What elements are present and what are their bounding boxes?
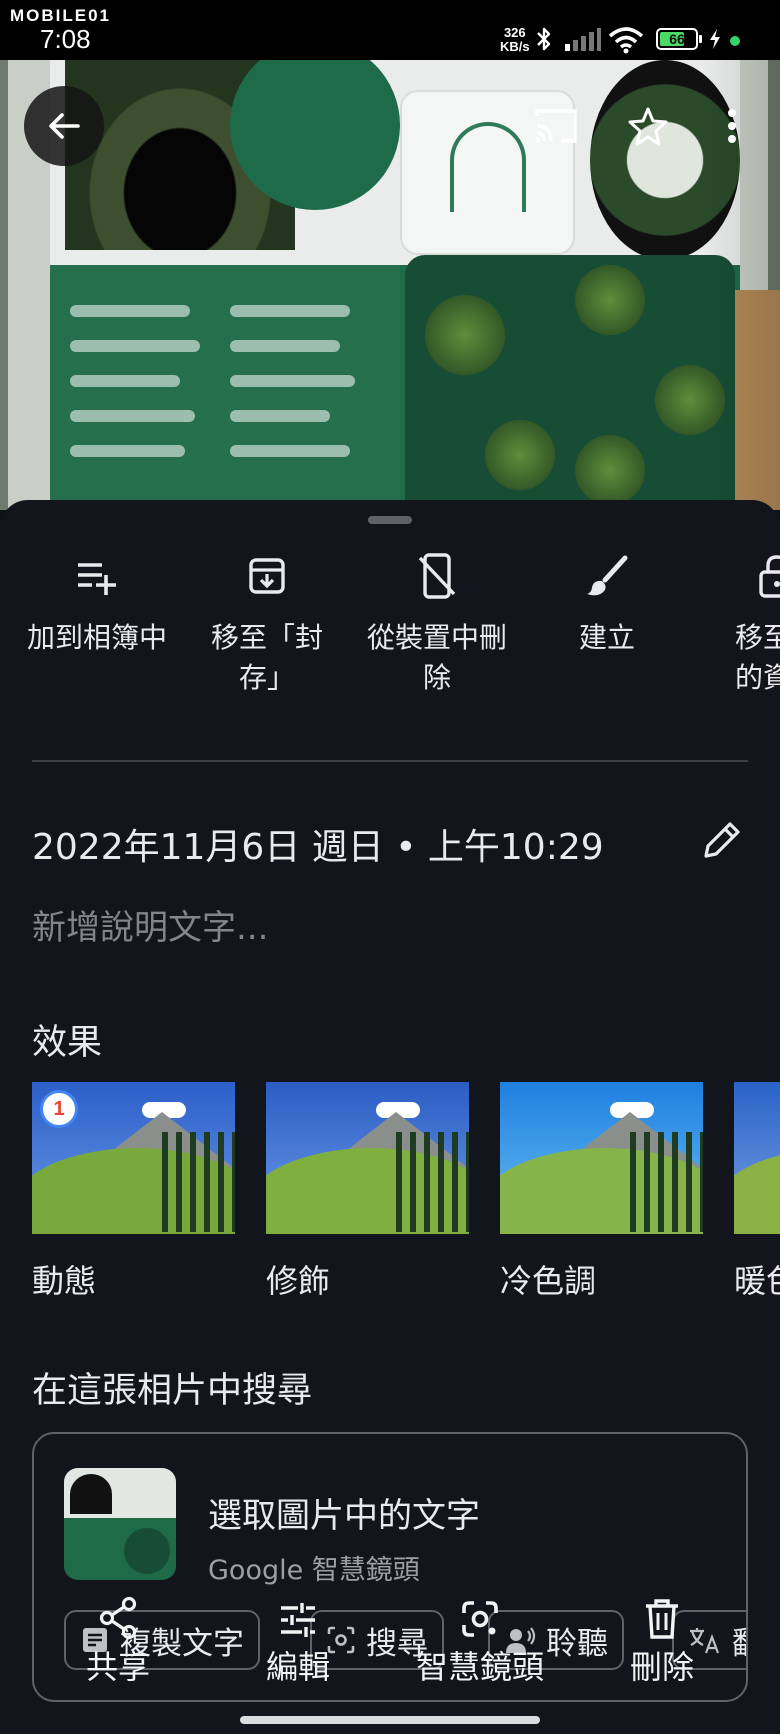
archive-button[interactable]: 移至「封 存」 (182, 540, 352, 698)
more-vertical-icon (728, 109, 736, 143)
create-label: 建立 (578, 621, 635, 654)
edit-tune-icon (281, 1603, 315, 1637)
effect-thumbnail (500, 1082, 703, 1234)
google-lens-icon (462, 1601, 498, 1637)
share-icon (99, 1596, 137, 1640)
mobile-off-icon (418, 553, 456, 599)
photo-details-sheet: 加到相簿中 移至「封 存」 從裝置中刪 除 建立 移至 的資 2022年11月6… (0, 500, 780, 1734)
search-in-photo-title: 在這張相片中搜尋 (32, 1371, 313, 1411)
network-speed-unit: KB/s (500, 39, 530, 54)
create-button[interactable]: 建立 (522, 540, 692, 658)
charging-icon (710, 29, 720, 49)
bluetooth-icon (537, 27, 551, 51)
add-to-album-button[interactable]: 加到相簿中 (12, 540, 182, 658)
arrow-back-icon (49, 113, 80, 139)
delete-label: 刪除 (629, 1648, 694, 1686)
add-to-album-label: 加到相簿中 (26, 621, 167, 654)
cast-button[interactable] (526, 96, 586, 156)
move-to-locked-folder-label: 移至已 的資料 (734, 621, 780, 694)
star-outline-icon (628, 107, 668, 146)
effect-thumbnail (266, 1082, 469, 1234)
action-row: 加到相簿中 移至「封 存」 從裝置中刪 除 建立 移至 的資 (0, 540, 780, 710)
edit-label: 編輯 (265, 1648, 330, 1686)
lock-icon (759, 555, 780, 598)
effect-label: 暖色 (734, 1262, 780, 1300)
lens-card-subtitle: Google 智慧鏡頭 (208, 1555, 420, 1586)
effects-title: 效果 (32, 1023, 103, 1063)
pencil-icon (704, 822, 740, 858)
network-speed: 326 KB/s (500, 26, 530, 54)
cast-icon (535, 109, 577, 143)
effect-thumbnail: 1 (32, 1082, 235, 1234)
status-time: 7:08 (40, 24, 91, 54)
effect-label: 動態 (32, 1262, 97, 1300)
effect-warm-tone[interactable]: 暖色 (734, 1082, 780, 1302)
archive-icon (249, 558, 285, 594)
watermark-brand: MOBILE01 (10, 6, 112, 25)
back-button[interactable] (24, 86, 104, 166)
effect-motion[interactable]: 1 動態 (32, 1082, 235, 1302)
share-button[interactable]: 共享 (38, 1590, 198, 1688)
delete-from-device-button[interactable]: 從裝置中刪 除 (352, 540, 522, 698)
gesture-navigation-bar[interactable] (240, 1716, 540, 1724)
archive-label: 移至「封 存」 (210, 621, 323, 694)
bottom-action-bar: 共享 編輯 智慧鏡頭 刪除 (0, 1590, 780, 1700)
edit-button[interactable]: 編輯 (218, 1590, 378, 1688)
photo-datetime: 2022年11月6日 週日 • 上午10:29 (32, 827, 604, 868)
battery-level: 66 (669, 31, 685, 47)
motion-badge-icon: 1 (40, 1090, 78, 1128)
caption-input[interactable]: 新增說明文字... (32, 900, 268, 949)
edit-datetime-button[interactable] (700, 818, 748, 866)
delete-button[interactable]: 刪除 (582, 1590, 742, 1688)
wifi-icon (608, 27, 644, 54)
share-label: 共享 (85, 1648, 150, 1686)
section-divider (32, 760, 748, 762)
lens-card-title: 選取圖片中的文字 (208, 1496, 480, 1536)
status-bar: MOBILE01 7:08 326 KB/s 66 (0, 0, 780, 60)
privacy-indicator-dot (730, 36, 740, 46)
effect-label: 冷色調 (500, 1262, 597, 1300)
brush-icon (587, 555, 628, 596)
more-options-button[interactable] (712, 96, 752, 156)
effect-cool-tone[interactable]: 冷色調 (500, 1082, 703, 1302)
effect-label: 修飾 (266, 1262, 331, 1300)
effect-retouch[interactable]: 修飾 (266, 1082, 469, 1302)
delete-from-device-label: 從裝置中刪 除 (366, 621, 507, 694)
network-speed-value: 326 (503, 25, 526, 40)
google-lens-button[interactable]: 智慧鏡頭 (400, 1590, 560, 1688)
signal-icon (565, 28, 601, 51)
google-lens-label: 智慧鏡頭 (415, 1648, 544, 1686)
lens-thumbnail (64, 1468, 176, 1580)
move-to-locked-folder-button[interactable]: 移至已 的資料 (692, 540, 780, 698)
favorite-button[interactable] (618, 96, 678, 156)
battery-indicator: 66 (656, 28, 702, 50)
trash-icon (646, 1599, 678, 1639)
effect-thumbnail (734, 1082, 780, 1234)
playlist-add-icon (78, 563, 116, 595)
effects-carousel: 1 動態 修飾 冷色調 暖色 (32, 1082, 780, 1322)
sheet-drag-handle[interactable] (368, 516, 412, 524)
